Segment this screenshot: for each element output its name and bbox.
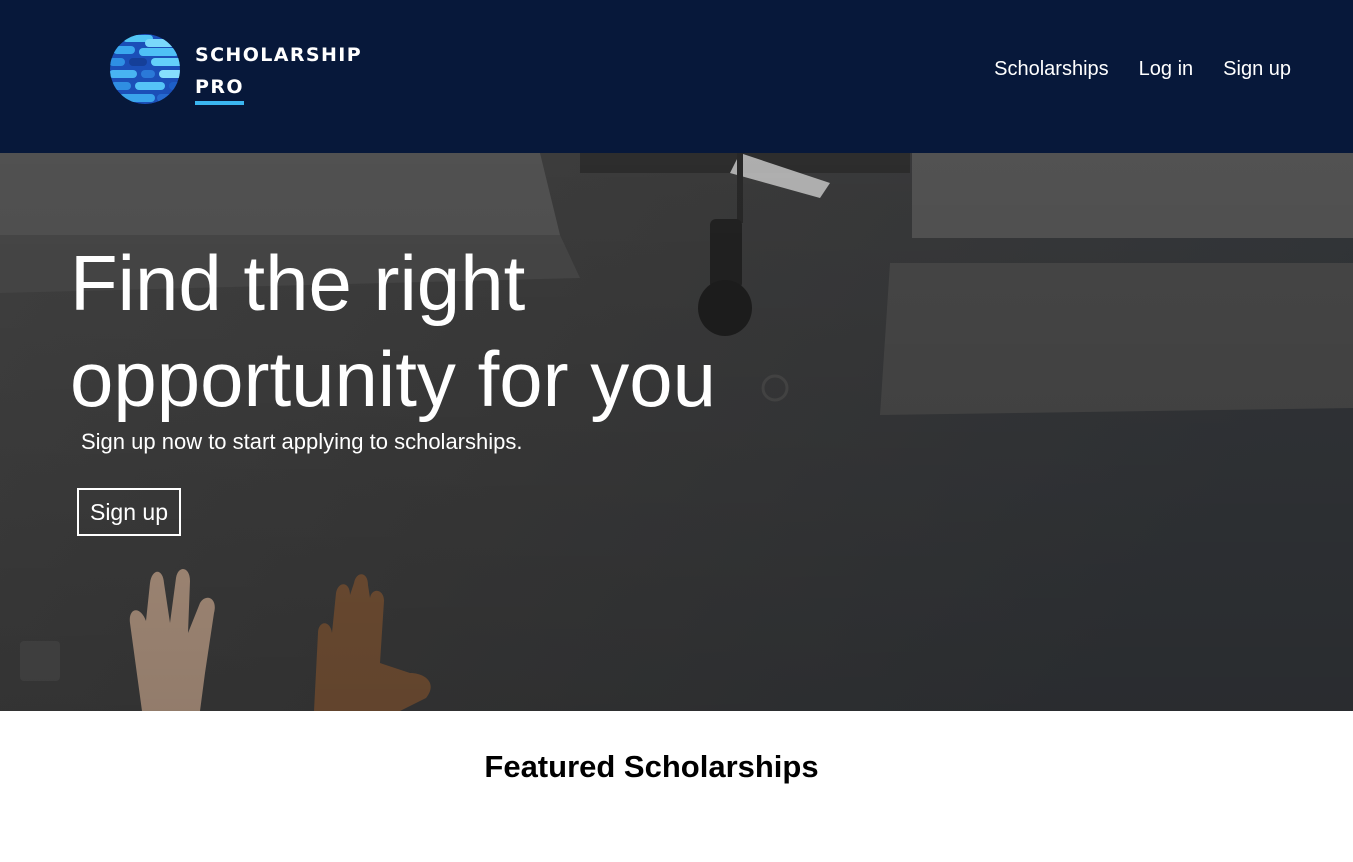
featured-scholarships-heading: Featured Scholarships bbox=[484, 749, 819, 784]
hero-subtitle: Sign up now to start applying to scholar… bbox=[81, 429, 523, 454]
hero-title: Find the right opportunity for you bbox=[70, 235, 716, 427]
brand-name: SCHOLARSHIP PRO bbox=[195, 39, 362, 105]
brand-name-line2: PRO bbox=[195, 73, 244, 105]
brand-logo[interactable]: SCHOLARSHIP PRO bbox=[109, 33, 369, 105]
hero-signup-button[interactable]: Sign up bbox=[77, 488, 181, 536]
main-nav: Scholarships Log in Sign up bbox=[994, 56, 1291, 82]
site-header: SCHOLARSHIP PRO Scholarships Log in Sign… bbox=[0, 0, 1353, 153]
nav-login-link[interactable]: Log in bbox=[1139, 56, 1194, 82]
brand-name-line1: SCHOLARSHIP bbox=[195, 44, 363, 66]
hero-section: Find the right opportunity for you Sign … bbox=[0, 153, 1353, 711]
nav-scholarships-link[interactable]: Scholarships bbox=[994, 56, 1109, 82]
hero-title-line1: Find the right bbox=[70, 239, 526, 327]
nav-signup-link[interactable]: Sign up bbox=[1223, 56, 1291, 82]
hero-title-line2: opportunity for you bbox=[70, 335, 717, 423]
globe-logo-icon bbox=[110, 34, 180, 104]
